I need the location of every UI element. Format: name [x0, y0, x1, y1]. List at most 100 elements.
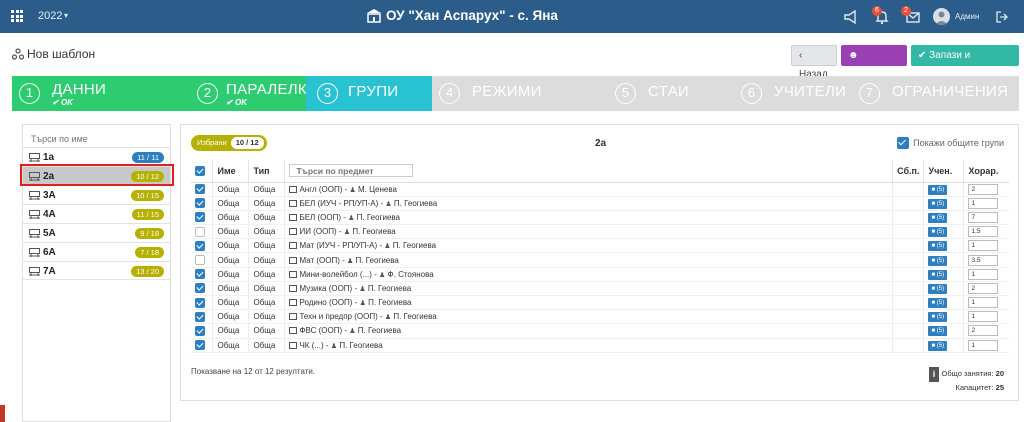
year-selector[interactable]: 2022 — [38, 10, 62, 22]
show-common-groups-toggle[interactable]: Покажи общите групи — [897, 137, 1004, 149]
wizard-step-groups[interactable]: 3 ГРУПИ — [306, 76, 432, 111]
col-name-header[interactable]: Име — [212, 160, 250, 183]
table-row[interactable]: Обща Обща ИИ (ООП) - ♟ П. Геогиева ■ (5) 1.5 — [191, 224, 1009, 240]
col-students-header[interactable]: Учен. — [923, 160, 965, 183]
class-item-6a[interactable]: 6А 7 / 18 — [23, 242, 170, 261]
hours-input[interactable]: 1 — [968, 339, 999, 351]
row-select-cell[interactable] — [191, 224, 214, 240]
students-button[interactable]: ■ (5) — [928, 212, 948, 223]
hours-input[interactable]: 1 — [968, 197, 999, 209]
save-and-continue-button[interactable]: ✔ Запази и премини — [911, 45, 1019, 82]
wizard-step-data[interactable]: 1 ДАННИ ✔ OK — [12, 76, 190, 111]
row-checkbox[interactable] — [195, 184, 205, 195]
hours-input[interactable]: 3.5 — [968, 254, 999, 266]
row-select-cell[interactable] — [191, 281, 214, 297]
table-row[interactable]: Обща Обща БЕЛ (ИУЧ - РП/УП-А) - ♟ П. Геоги… — [191, 196, 1009, 211]
row-checkbox[interactable] — [195, 255, 205, 266]
hours-input[interactable]: 1 — [968, 268, 999, 280]
wizard-step-modes[interactable]: 4 РЕЖИМИ — [432, 76, 608, 111]
hours-input[interactable]: 2 — [968, 282, 999, 294]
class-search-input[interactable] — [31, 131, 161, 147]
hours-input[interactable]: 2 — [968, 325, 999, 337]
row-checkbox[interactable] — [195, 212, 205, 223]
chevron-down-icon[interactable]: ▾ — [64, 11, 68, 20]
check-icon: ✔ — [918, 50, 927, 61]
hours-input[interactable]: 7 — [968, 211, 999, 223]
wizard-step-classes[interactable]: 2 ПАРАЛЕЛКИ ✔ OK — [190, 76, 318, 111]
col-hours-header[interactable]: Хорар. — [963, 160, 1009, 183]
hours-input[interactable]: 2 — [968, 183, 999, 195]
class-count-badge: 7 / 18 — [135, 247, 164, 258]
row-select-cell[interactable] — [191, 210, 214, 226]
class-item-3a[interactable]: 3А 10 / 15 — [23, 185, 170, 204]
table-row[interactable]: Обща Обща Мини-волейбол (...) - ♟ Ф. Стоян… — [191, 267, 1009, 282]
hours-input[interactable]: 1.5 — [968, 226, 999, 238]
table-row[interactable]: Обща Обща Музика (ООП) - ♟ П. Геогиева ■ (5… — [191, 281, 1009, 297]
wizard-step-teachers[interactable]: 6 УЧИТЕЛИ — [734, 76, 852, 111]
row-checkbox[interactable] — [195, 297, 205, 308]
row-checkbox[interactable] — [195, 269, 205, 280]
info-icon[interactable]: i — [929, 367, 939, 382]
row-teacher: П. Геогиева — [392, 241, 437, 251]
row-select-cell[interactable] — [191, 309, 214, 325]
students-button[interactable]: ■ (5) — [928, 255, 948, 266]
hours-input[interactable]: 1 — [968, 240, 999, 252]
table-row[interactable]: Обща Обща ЧК (...) - ♟ П. Геогиева ■ (5) 1 — [191, 338, 1009, 353]
table-row[interactable]: Обща Обща ФВС (ООП) - ♟ П. Геогиева ■ (5) 2 — [191, 323, 1009, 339]
class-item-5a[interactable]: 5А 9 / 18 — [23, 223, 170, 242]
row-select-cell[interactable] — [191, 182, 214, 197]
row-checkbox[interactable] — [195, 198, 205, 209]
wizard-step-constraints[interactable]: 7 ОГРАНИЧЕНИЯ — [852, 76, 1019, 111]
table-row[interactable]: Обща Обща Мат (ИУЧ - РП/УП-А) - ♟ П. Геоги… — [191, 238, 1009, 254]
col-type-header[interactable]: Тип — [248, 160, 286, 183]
back-button[interactable]: ‹ Назад — [791, 45, 837, 80]
students-icon: ■ — [931, 271, 936, 278]
table-row[interactable]: Обща Обща Родино (ООП) - ♟ П. Геогиева ■ (5… — [191, 295, 1009, 311]
subject-search-input[interactable] — [289, 164, 414, 178]
students-button[interactable]: ■ (5) — [928, 241, 948, 252]
students-button[interactable]: ■ (5) — [928, 340, 948, 351]
selection-highlight — [20, 164, 174, 186]
row-checkbox[interactable] — [195, 240, 205, 251]
row-select-cell[interactable] — [191, 238, 214, 254]
class-item-4a[interactable]: 4А 11 / 15 — [23, 204, 170, 223]
table-row[interactable]: Обща Обща Мат (ООП) - ♟ П. Геогиева ■ (5) 3.… — [191, 252, 1009, 268]
students-button[interactable]: ■ (5) — [928, 227, 948, 238]
hours-input[interactable]: 1 — [968, 297, 999, 309]
user-name[interactable]: Админ — [955, 12, 979, 21]
row-select-cell[interactable] — [191, 338, 214, 353]
row-select-cell[interactable] — [191, 252, 214, 268]
students-button[interactable]: ■ (5) — [928, 269, 948, 280]
row-checkbox[interactable] — [195, 226, 205, 237]
table-row[interactable]: Обща Обща БЕЛ (ООП) - ♟ П. Геогиева ■ (5) 7 — [191, 210, 1009, 226]
row-checkbox[interactable] — [195, 283, 205, 294]
row-checkbox[interactable] — [195, 340, 205, 351]
row-select-cell[interactable] — [191, 196, 214, 211]
students-button[interactable]: ■ (5) — [928, 298, 948, 309]
row-checkbox[interactable] — [195, 325, 205, 336]
students-button[interactable]: ■ (5) — [928, 184, 948, 195]
show-common-checkbox[interactable] — [897, 137, 910, 149]
apps-grid-icon[interactable] — [11, 10, 23, 22]
hours-input[interactable]: 1 — [968, 311, 999, 323]
assistant-button[interactable]: ☻ Асистент — [841, 45, 907, 82]
row-select-cell[interactable] — [191, 267, 214, 282]
select-all-header[interactable] — [191, 160, 214, 183]
wizard-step-rooms[interactable]: 5 СТАИ — [608, 76, 734, 111]
students-button[interactable]: ■ (5) — [928, 326, 948, 337]
row-select-cell[interactable] — [191, 323, 214, 339]
step-label: ГРУПИ — [348, 83, 399, 100]
logout-icon[interactable] — [995, 10, 1009, 24]
class-item-7a[interactable]: 7А 13 / 20 — [23, 261, 170, 280]
user-avatar[interactable] — [933, 8, 950, 25]
students-button[interactable]: ■ (5) — [928, 312, 948, 323]
table-row[interactable]: Обща Обща Англ (ООП) - ♟ М. Ценева ■ (5) 2 — [191, 182, 1009, 197]
students-button[interactable]: ■ (5) — [928, 198, 948, 209]
megaphone-icon[interactable] — [843, 9, 859, 25]
col-merged-header[interactable]: Сб.п. — [892, 160, 925, 183]
row-checkbox[interactable] — [195, 311, 205, 322]
select-all-checkbox[interactable] — [195, 166, 205, 177]
table-row[interactable]: Обща Обща Техн и предпр (ООП) - ♟ П. Геоги… — [191, 309, 1009, 325]
students-button[interactable]: ■ (5) — [928, 283, 948, 294]
row-select-cell[interactable] — [191, 295, 214, 311]
